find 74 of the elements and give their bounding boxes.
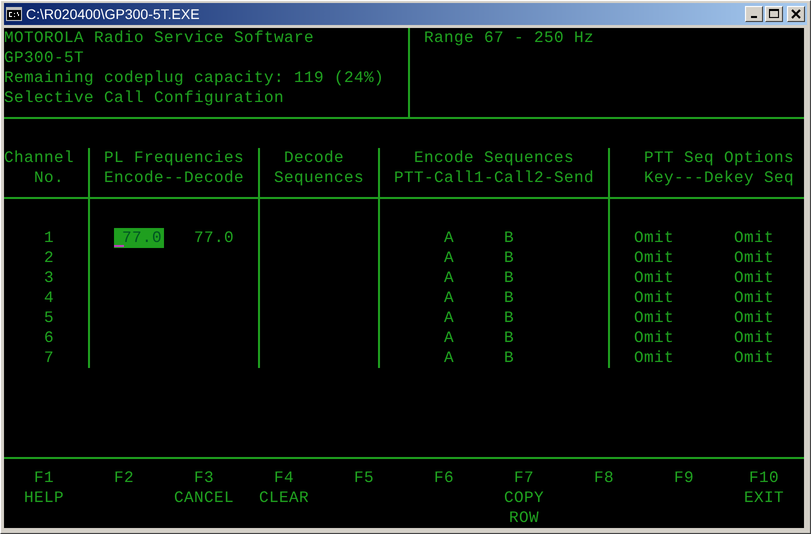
range-text: Range 67 - 250 Hz [424, 28, 596, 48]
table-cell-text: Omit [634, 288, 676, 308]
table-cell-text: B [504, 308, 516, 328]
function-key[interactable]: F7 [484, 468, 564, 488]
function-key[interactable]: F8 [564, 468, 644, 488]
column-header: Key---Dekey Seq [644, 168, 796, 188]
function-key-label: CLEAR [258, 488, 310, 509]
table-cell-text: B [504, 328, 516, 348]
table-cell-text: Omit [634, 328, 676, 348]
function-key[interactable]: F3 [164, 468, 244, 488]
channel-number: 3 [44, 268, 56, 288]
channel-number: 4 [44, 288, 56, 308]
channel-number: 2 [44, 248, 56, 268]
table-cell-text: A [444, 268, 456, 288]
header-text: Remaining codeplug capacity: 119 (24%) [4, 68, 386, 88]
column-header: Channel [4, 148, 76, 168]
table-cell-text: B [504, 248, 516, 268]
maximize-button[interactable] [765, 6, 783, 22]
table-cell-text: Omit [734, 308, 776, 328]
function-key-label: EXIT [742, 488, 785, 509]
table-cell-text: Omit [734, 328, 776, 348]
console-icon [6, 7, 22, 21]
channel-number: 7 [44, 348, 56, 368]
table-cell-text: B [504, 288, 516, 308]
column-header: Encode--Decode [104, 168, 246, 188]
table-cell-text: B [504, 228, 516, 248]
table-cell-text: Omit [734, 288, 776, 308]
column-header: PTT-Call1-Call2-Send [394, 168, 596, 188]
function-key-label: COPY ROW [502, 488, 545, 528]
table-cell-text: Omit [734, 228, 776, 248]
close-button[interactable] [787, 6, 805, 22]
table-cell-text: A [444, 228, 456, 248]
channel-number: 1 [44, 228, 56, 248]
decode-value: 77.0 [194, 228, 236, 248]
header-text: MOTOROLA Radio Service Software [4, 28, 316, 48]
table-cell-text: A [444, 348, 456, 368]
table-cell-text: Omit [634, 228, 676, 248]
table-cell-text: Omit [634, 268, 676, 288]
table-cell-text: B [504, 268, 516, 288]
function-key[interactable]: F10 [724, 468, 804, 488]
table-cell-text: A [444, 288, 456, 308]
close-icon [791, 9, 801, 19]
column-header: Sequences [274, 168, 366, 188]
minimize-button[interactable] [745, 6, 763, 22]
header-text: GP300-5T [4, 48, 86, 68]
function-key[interactable]: F1 [4, 468, 84, 488]
window-title: C:\R020400\GP300-5T.EXE [26, 6, 201, 22]
function-key-label: CANCEL [172, 488, 235, 509]
column-header: PTT Seq Options [644, 148, 796, 168]
channel-number: 5 [44, 308, 56, 328]
table-cell-text: Omit [734, 348, 776, 368]
column-header: Encode Sequences [414, 148, 576, 168]
table-cell-text: Omit [634, 308, 676, 328]
table-cell-text: A [444, 308, 456, 328]
channel-number: 6 [44, 328, 56, 348]
function-key[interactable]: F2 [84, 468, 164, 488]
table-cell-text: Omit [634, 348, 676, 368]
maximize-icon [769, 9, 779, 19]
function-key[interactable]: F9 [644, 468, 724, 488]
column-header: PL Frequencies [104, 148, 246, 168]
table-cell-text: Omit [734, 268, 776, 288]
table-cell-text: B [504, 348, 516, 368]
column-header: Decode [284, 148, 346, 168]
function-key[interactable]: F4 [244, 468, 324, 488]
table-cell-text: A [444, 248, 456, 268]
table-cell-text: A [444, 328, 456, 348]
function-key[interactable]: F5 [324, 468, 404, 488]
function-key[interactable]: F6 [404, 468, 484, 488]
minimize-icon [751, 16, 757, 18]
column-header: No. [34, 168, 66, 188]
table-cell-text: Omit [634, 248, 676, 268]
header-text: Selective Call Configuration [4, 88, 286, 108]
table-cell-text: Omit [734, 248, 776, 268]
function-key-label: HELP [22, 488, 65, 509]
